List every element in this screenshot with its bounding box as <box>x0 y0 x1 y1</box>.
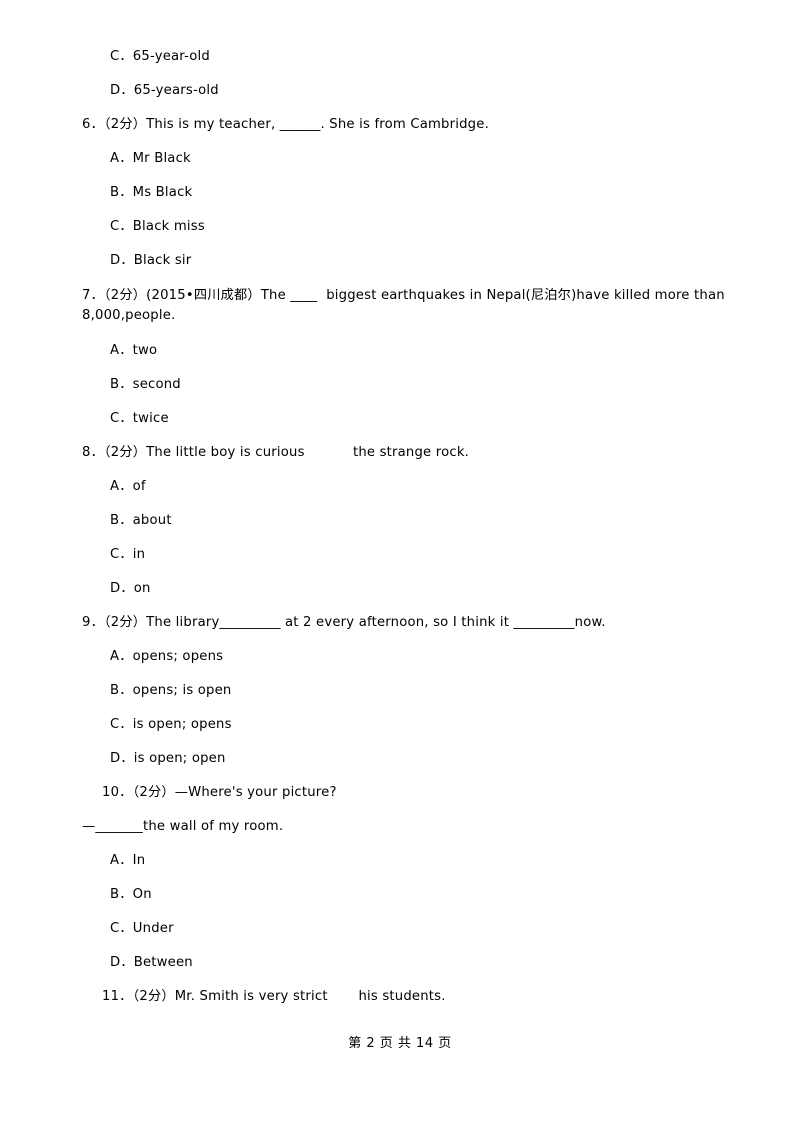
option-text: A．two <box>110 343 158 359</box>
option-text: D．is open; open <box>110 751 226 767</box>
option-text: A．opens; opens <box>110 649 224 665</box>
question-stem-text: 6．（2分）This is my teacher, ______. She is… <box>82 117 489 133</box>
answer-option[interactable]: B．about <box>82 504 754 538</box>
question-stem-text: 10．（2分）—Where's your picture? <box>102 785 337 801</box>
option-text: A．In <box>110 853 146 869</box>
answer-option[interactable]: A．Mr Black <box>82 142 754 176</box>
question-stem-text-line2: 8,000,people. <box>82 308 176 323</box>
answer-option[interactable]: C．is open; opens <box>82 708 754 742</box>
answer-option[interactable]: D．Between <box>82 946 754 980</box>
question-stem-text: 9．（2分）The library_________ at 2 every af… <box>82 615 606 631</box>
answer-option[interactable]: D．Black sir <box>82 244 754 278</box>
question-stem: 10．（2分）—Where's your picture? <box>82 776 754 810</box>
option-text: B．On <box>110 887 152 903</box>
question-stem: 6．（2分）This is my teacher, ______. She is… <box>82 108 754 142</box>
answer-option[interactable]: A．of <box>82 470 754 504</box>
option-text: B．Ms Black <box>110 185 193 201</box>
answer-option[interactable]: B．second <box>82 368 754 402</box>
answer-option[interactable]: C．65-year-old <box>82 40 754 74</box>
option-text: A．of <box>110 479 146 495</box>
option-text: C．Black miss <box>110 219 205 235</box>
question-stem: 11．（2分）Mr. Smith is very strict his stud… <box>82 980 754 1014</box>
answer-option[interactable]: A．two <box>82 334 754 368</box>
question-stem-text: —_______the wall of my room. <box>82 819 284 835</box>
question-list: C．65-year-old D．65-years-old 6．（2分）This … <box>82 40 754 1014</box>
option-text: B．second <box>110 377 181 393</box>
answer-option[interactable]: A．opens; opens <box>82 640 754 674</box>
document-page: C．65-year-old D．65-years-old 6．（2分）This … <box>0 0 800 1132</box>
option-text: D．on <box>110 581 151 597</box>
page-footer: 第 2 页 共 14 页 <box>348 1036 452 1051</box>
option-text: C．is open; opens <box>110 717 232 733</box>
answer-option[interactable]: B．opens; is open <box>82 674 754 708</box>
question-stem-continuation: —_______the wall of my room. <box>82 810 754 844</box>
option-text: C．in <box>110 547 146 563</box>
option-text: D．Black sir <box>110 253 192 269</box>
question-stem: 7．（2分）(2015•四川成都）The ____ biggest earthq… <box>82 278 754 334</box>
answer-option[interactable]: C．Under <box>82 912 754 946</box>
answer-option[interactable]: B．Ms Black <box>82 176 754 210</box>
option-text: C．twice <box>110 411 169 427</box>
answer-option[interactable]: B．On <box>82 878 754 912</box>
answer-option[interactable]: D．on <box>82 572 754 606</box>
option-text: C．Under <box>110 921 174 937</box>
option-text: B．about <box>110 513 172 529</box>
answer-option[interactable]: D．65-years-old <box>82 74 754 108</box>
answer-option[interactable]: C．in <box>82 538 754 572</box>
question-stem: 8．（2分）The little boy is curious the stra… <box>82 436 754 470</box>
option-text: D．65-years-old <box>110 83 219 99</box>
answer-option[interactable]: C．Black miss <box>82 210 754 244</box>
option-text: A．Mr Black <box>110 151 191 167</box>
question-stem-text: 8．（2分）The little boy is curious the stra… <box>82 445 470 461</box>
answer-option[interactable]: C．twice <box>82 402 754 436</box>
option-text: B．opens; is open <box>110 683 232 699</box>
option-text: C．65-year-old <box>110 49 210 65</box>
question-stem: 9．（2分）The library_________ at 2 every af… <box>82 606 754 640</box>
question-stem-text-line1: 7．（2分）(2015•四川成都）The ____ biggest earthq… <box>82 287 725 303</box>
option-text: D．Between <box>110 955 193 971</box>
question-stem-text: 11．（2分）Mr. Smith is very strict his stud… <box>102 989 446 1005</box>
answer-option[interactable]: D．is open; open <box>82 742 754 776</box>
answer-option[interactable]: A．In <box>82 844 754 878</box>
